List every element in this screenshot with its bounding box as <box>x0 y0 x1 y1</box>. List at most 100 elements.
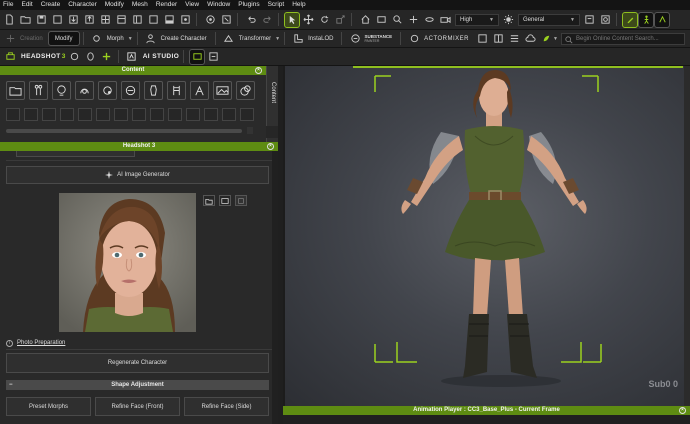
content-slot[interactable] <box>168 108 182 121</box>
headshot-logo[interactable]: HEADSHOT 3 <box>21 50 66 64</box>
open-folder-icon[interactable] <box>18 13 32 27</box>
rotate-icon[interactable] <box>317 13 331 27</box>
select-cursor-icon[interactable] <box>284 11 300 28</box>
content-slot[interactable] <box>42 108 56 121</box>
view-mode-dropdown[interactable]: General ▼ <box>518 13 580 26</box>
creation-button[interactable]: Creation <box>20 36 43 42</box>
undo-icon[interactable] <box>244 13 258 27</box>
3d-viewport[interactable]: Sub0 0 <box>283 66 690 406</box>
display-options-icon[interactable] <box>582 13 596 27</box>
skin-icon[interactable] <box>121 81 140 100</box>
collapse-icon[interactable]: − <box>9 380 13 390</box>
headshot-photo-icon[interactable] <box>84 50 98 64</box>
plugin-green-icon[interactable] <box>539 32 553 46</box>
headshot-tab-stub[interactable] <box>16 151 135 157</box>
ai-studio-settings-icon[interactable] <box>206 50 220 64</box>
content-slot[interactable] <box>186 108 200 121</box>
clear-image-icon[interactable] <box>235 195 247 206</box>
create-character-button[interactable]: Create Character <box>161 36 207 42</box>
hair-icon[interactable] <box>75 81 94 100</box>
content-slot[interactable] <box>204 108 218 121</box>
chevron-down-icon[interactable]: ▼ <box>275 36 280 42</box>
chevron-down-icon[interactable]: ▼ <box>128 36 133 42</box>
quality-dropdown[interactable]: High ▼ <box>455 13 499 26</box>
shape-adjustment-header[interactable]: − Shape Adjustment <box>6 380 269 390</box>
actormixer-button[interactable]: ACTORMIXER <box>424 36 469 42</box>
regenerate-character-button[interactable]: Regenerate Character <box>6 353 269 373</box>
render-mode-icon[interactable] <box>598 13 612 27</box>
export-icon[interactable] <box>82 13 96 27</box>
pan-icon[interactable] <box>406 13 420 27</box>
move-icon[interactable] <box>301 13 315 27</box>
menu-render[interactable]: Render <box>156 0 177 10</box>
animation-mode-icon[interactable] <box>654 11 670 28</box>
pick-icon[interactable] <box>219 13 233 27</box>
content-slot[interactable] <box>6 108 20 121</box>
refine-face-side-button[interactable]: Refine Face (Side) <box>184 397 269 416</box>
transformer-icon[interactable] <box>222 32 236 46</box>
modify-button[interactable]: Modify <box>47 31 80 46</box>
head-icon[interactable] <box>52 81 71 100</box>
scroll-arrow-icon[interactable] <box>247 127 253 134</box>
panel-icon[interactable] <box>130 13 144 27</box>
menu-view[interactable]: View <box>185 0 199 10</box>
content-slot[interactable] <box>96 108 110 121</box>
morph-icon[interactable] <box>90 32 104 46</box>
content-slot[interactable] <box>132 108 146 121</box>
creation-icon[interactable] <box>3 32 17 46</box>
import-icon[interactable] <box>66 13 80 27</box>
mixer-grid-icon[interactable] <box>491 32 505 46</box>
photo-preparation-link[interactable]: Photo Preparation <box>17 340 65 346</box>
redo-icon[interactable] <box>260 13 274 27</box>
light-icon[interactable] <box>501 13 515 27</box>
accessory-icon[interactable] <box>98 81 117 100</box>
character-icon[interactable] <box>29 81 48 100</box>
grid-icon[interactable] <box>98 13 112 27</box>
home-icon[interactable] <box>358 13 372 27</box>
close-icon[interactable]: × <box>255 67 262 74</box>
content-slot[interactable] <box>150 108 164 121</box>
transformer-button[interactable]: Transformer <box>239 36 271 42</box>
menu-help[interactable]: Help <box>292 0 305 10</box>
close-icon[interactable]: × <box>267 143 274 150</box>
morph-button[interactable]: Morph <box>107 36 124 42</box>
refine-face-front-button[interactable]: Refine Face (Front) <box>95 397 180 416</box>
headshot-face-icon[interactable] <box>68 50 82 64</box>
menu-edit[interactable]: Edit <box>21 0 32 10</box>
create-character-icon[interactable] <box>144 32 158 46</box>
ai-studio-logo[interactable]: AI STUDIO <box>143 50 179 64</box>
substance-painter-button[interactable]: SUBSTANCE PAINTER <box>364 34 392 43</box>
project-icon[interactable] <box>50 13 64 27</box>
open-image-icon[interactable] <box>203 195 215 206</box>
cloud-icon[interactable] <box>523 32 537 46</box>
scale-icon[interactable] <box>333 13 347 27</box>
orbit-icon[interactable] <box>422 13 436 27</box>
online-content-search-input[interactable]: Begin Online Content Search... <box>560 32 685 45</box>
chair-icon[interactable] <box>167 81 186 100</box>
body-icon[interactable] <box>144 81 163 100</box>
menu-file[interactable]: File <box>3 0 13 10</box>
zoom-icon[interactable] <box>390 13 404 27</box>
menu-mesh[interactable]: Mesh <box>132 0 148 10</box>
tools-icon[interactable] <box>178 13 192 27</box>
folder-icon[interactable] <box>6 81 25 100</box>
camera-icon[interactable] <box>438 13 452 27</box>
animation-player-header[interactable]: Animation Player : CC3_Base_Plus - Curre… <box>283 406 690 415</box>
content-slot[interactable] <box>24 108 38 121</box>
content-slot[interactable] <box>240 108 254 121</box>
content-scrollbar[interactable] <box>6 129 242 133</box>
layout-icon[interactable] <box>114 13 128 27</box>
dock-icon[interactable] <box>162 13 176 27</box>
window-icon[interactable] <box>146 13 160 27</box>
menu-window[interactable]: Window <box>207 0 230 10</box>
headshot-plus-icon[interactable] <box>100 50 114 64</box>
menu-script[interactable]: Script <box>268 0 285 10</box>
prop-icon[interactable] <box>190 81 209 100</box>
instalod-icon[interactable] <box>291 32 305 46</box>
viewport-scrollbar[interactable] <box>684 66 690 406</box>
new-file-icon[interactable] <box>2 13 16 27</box>
menu-create[interactable]: Create <box>41 0 61 10</box>
mixer-panel-icon[interactable] <box>475 32 489 46</box>
ai-studio-panel-icon[interactable] <box>189 48 206 65</box>
frame-icon[interactable] <box>374 13 388 27</box>
